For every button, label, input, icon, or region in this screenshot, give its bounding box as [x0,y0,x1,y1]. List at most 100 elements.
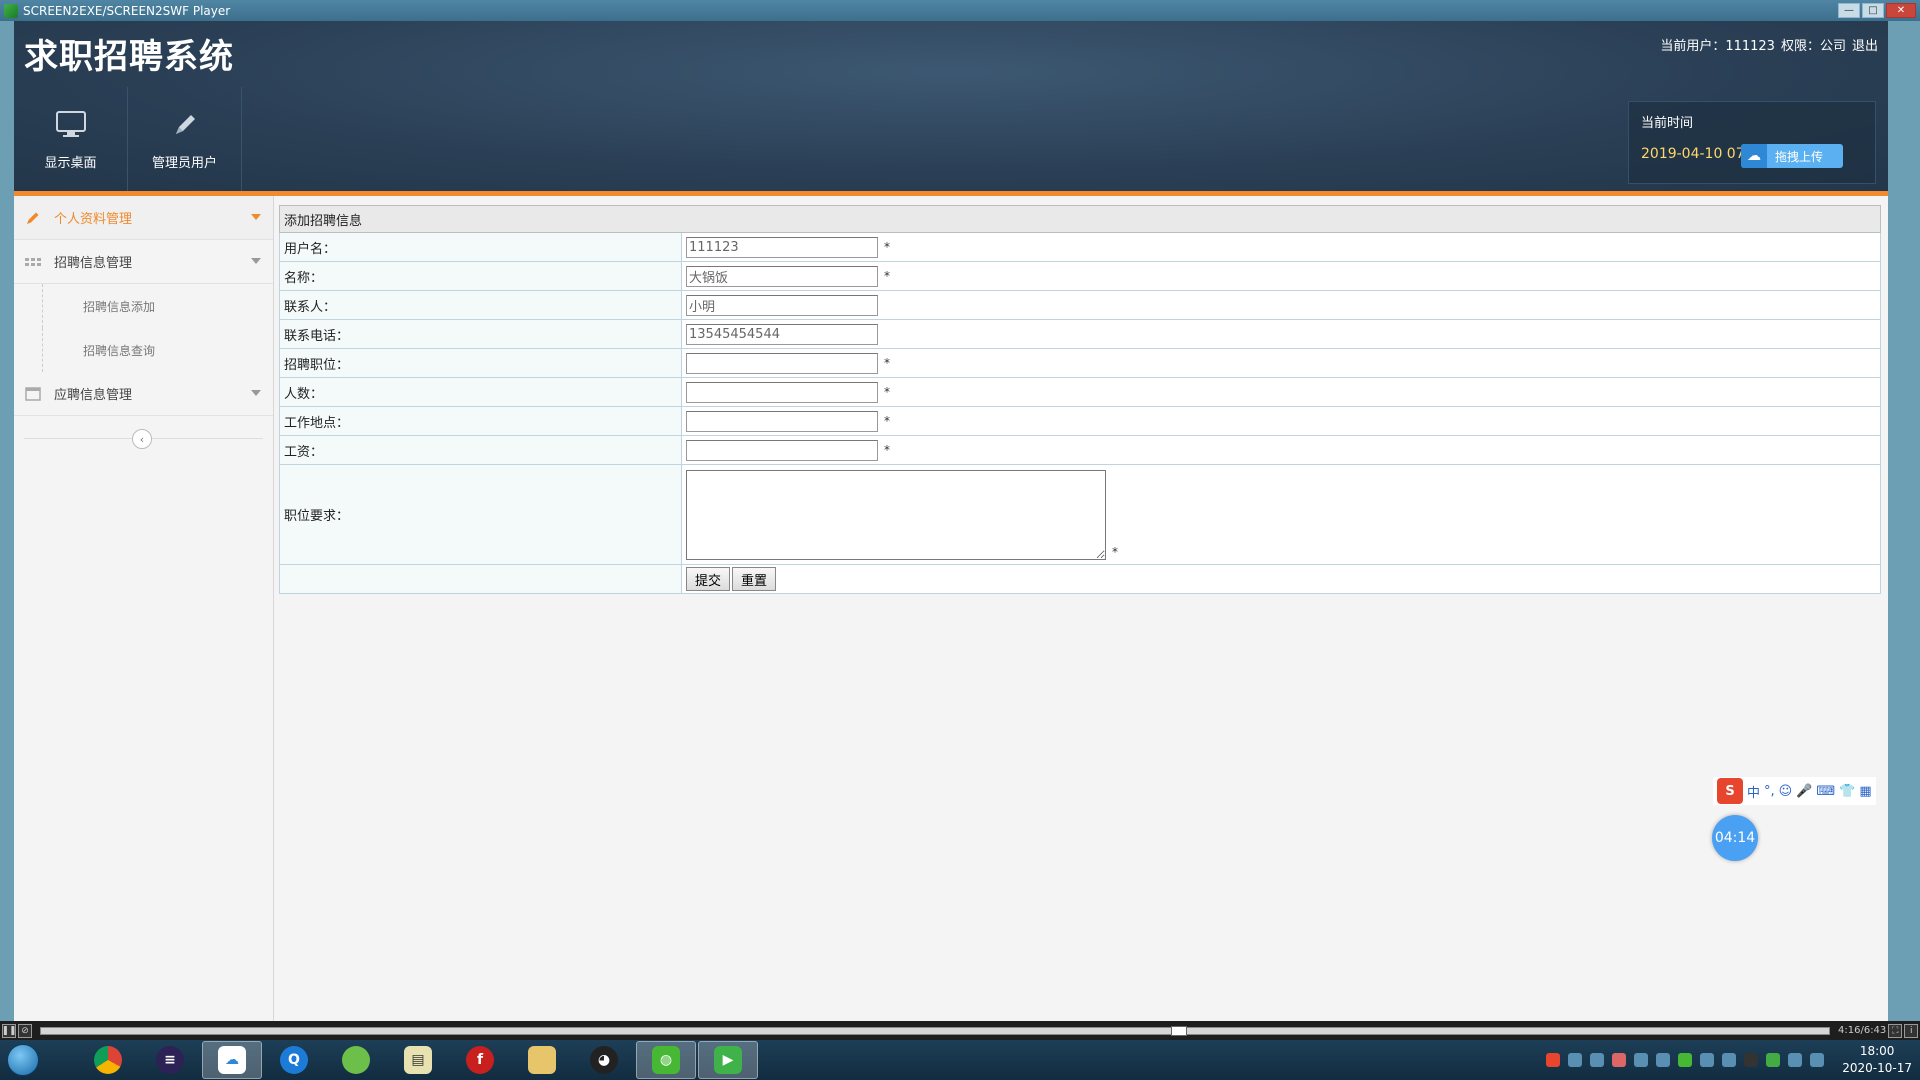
taskbar-qq[interactable]: ◕ [574,1041,634,1079]
browser-icon: Q [280,1046,308,1074]
volume-icon[interactable] [1700,1053,1715,1067]
taskbar-baidu-netdisk[interactable]: ☁ [202,1041,262,1079]
microphone-icon: 🎤 [1796,783,1813,799]
time-label: 当前时间 [1641,116,1694,131]
job-position-input[interactable] [686,352,878,374]
drag-upload-button[interactable]: ☁ 拖拽上传 [1741,144,1843,168]
chevron-down-icon [251,390,261,396]
fullscreen-button[interactable]: ⛶ [1888,1023,1903,1038]
sidebar-group-label: 招聘信息管理 [54,256,133,271]
taskbar-browser[interactable]: Q [264,1041,324,1079]
salary-input[interactable] [686,439,878,461]
window-icon [24,386,42,402]
taskbar-chrome[interactable] [78,1041,138,1079]
seek-knob[interactable] [1171,1025,1187,1036]
required-mark: * [884,268,890,283]
taskbar-app-green[interactable] [326,1041,386,1079]
taskbar-notepad[interactable]: ▤ [388,1041,448,1079]
qq-tray-icon[interactable] [1744,1053,1759,1067]
pause-button[interactable]: ❚❚ [1,1023,17,1038]
window-controls: — □ ✕ [1838,3,1920,18]
required-mark: * [884,355,890,370]
contact-person-input[interactable] [686,294,878,316]
tray-icon[interactable] [1590,1053,1605,1067]
nav-show-desktop[interactable]: 显示桌面 [14,87,128,191]
stop-button[interactable]: ⊘ [18,1023,32,1038]
notepad-icon: ▤ [404,1046,432,1074]
sidebar-item-recruit-query[interactable]: 招聘信息查询 [42,328,273,372]
add-recruit-form: 添加招聘信息 用户名： * 名称： * 联系人： 联系电话： 招聘职位： * [279,205,1881,594]
logout-link[interactable]: 退出 [1852,35,1878,54]
player-icon: ▶ [714,1046,742,1074]
time-value: 2019-04-10 07: [1641,146,1750,162]
form-row: 联系人： [279,290,1881,320]
player-logo-icon [4,3,18,18]
form-actions-row: 提交 重置 [279,564,1881,594]
headcount-input[interactable] [686,381,878,403]
tray-icon[interactable] [1612,1053,1627,1067]
taskbar-wechat[interactable]: ◍ [636,1041,696,1079]
main-content: 添加招聘信息 用户名： * 名称： * 联系人： 联系电话： 招聘职位： * [279,205,1881,594]
reset-button[interactable]: 重置 [732,567,777,591]
close-button[interactable]: ✕ [1886,3,1916,18]
sidebar-group-application[interactable]: 应聘信息管理 [14,372,273,416]
form-row: 人数： * [279,377,1881,407]
taskbar-player[interactable]: ▶ [698,1041,758,1079]
work-location-input[interactable] [686,410,878,432]
sidebar-group-profile[interactable]: 个人资料管理 [14,196,273,240]
collapse-sidebar-button[interactable]: ‹ [132,429,152,449]
network-icon[interactable] [1722,1053,1737,1067]
ime-mode-label: 中 [1747,785,1761,801]
timer-bubble[interactable]: 04:14 [1712,815,1758,861]
sidebar: 个人资料管理 招聘信息管理 招聘信息添加 招聘信息查询 应聘信息管理 ‹ [14,196,274,1025]
contact-phone-input[interactable] [686,323,878,345]
info-button[interactable]: i [1904,1023,1919,1038]
shield-icon[interactable] [1634,1053,1649,1067]
form-row: 用户名： * [279,232,1881,262]
form-row: 联系电话： [279,319,1881,349]
start-button[interactable] [0,1040,46,1080]
tray-icon[interactable] [1656,1053,1671,1067]
folder-icon [528,1046,556,1074]
username-input[interactable] [686,236,878,258]
required-mark: * [884,442,890,457]
taskbar-eclipse[interactable]: ≡ [140,1041,200,1079]
seek-bar[interactable] [40,1025,1830,1036]
form-row: 名称： * [279,261,1881,291]
nav-admin-user[interactable]: 管理员用户 [128,87,242,191]
ime-toolbar[interactable]: S 中 °, ☺ 🎤 ⌨ 👕 ▦ [1713,777,1876,805]
required-mark: * [884,384,890,399]
submit-button[interactable]: 提交 [686,567,731,591]
emoji-icon: ☺ [1778,783,1793,799]
monitor-icon [54,108,88,142]
sidebar-item-recruit-add[interactable]: 招聘信息添加 [42,284,273,328]
qq-penguin-icon: ◕ [590,1046,618,1074]
taskbar-flash[interactable]: f [450,1041,510,1079]
maximize-button[interactable]: □ [1862,3,1884,18]
wechat-tray-icon[interactable] [1678,1053,1693,1067]
sidebar-group-recruit[interactable]: 招聘信息管理 [14,240,273,284]
role-label: 权限：公司 [1780,39,1846,54]
minimize-button[interactable]: — [1838,3,1860,18]
pencil-icon [24,210,42,226]
player-time: 4:16/6:43 [1838,1025,1887,1036]
battery-icon[interactable] [1766,1053,1781,1067]
taskbar-explorer[interactable] [512,1041,572,1079]
player-titlebar: SCREEN2EXE/SCREEN2SWF Player — □ ✕ [0,0,1920,21]
company-name-input[interactable] [686,265,878,287]
sogou-tray-icon[interactable] [1546,1053,1561,1067]
field-label: 人数： [279,377,682,407]
user-info: 当前用户：111123 权限：公司 退出 [1660,35,1878,54]
action-center-icon[interactable] [1810,1053,1825,1067]
tray-icon[interactable] [1568,1053,1583,1067]
keyboard-icon: ⌨ [1816,783,1836,799]
form-row: 工资： * [279,435,1881,465]
speaker-icon[interactable] [1788,1053,1803,1067]
nav-show-desktop-label: 显示桌面 [44,155,97,171]
chevron-down-icon [251,258,261,264]
pencil-icon [168,108,202,142]
taskbar-clock[interactable]: 18:00 2020-10-17 [1842,1043,1912,1077]
top-nav: 显示桌面 管理员用户 [14,87,242,191]
job-requirements-textarea[interactable] [686,469,1106,560]
field-label: 联系电话： [279,319,682,349]
